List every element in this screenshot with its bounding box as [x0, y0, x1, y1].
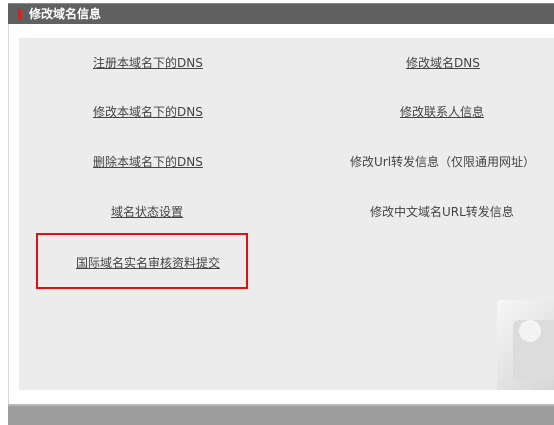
decorative-graphic: [497, 300, 554, 390]
modify-domain-dns-link[interactable]: 修改域名DNS: [406, 54, 480, 71]
modify-url-forward-link[interactable]: 修改Url转发信息（仅限通用网址）: [350, 153, 535, 170]
modify-contact-link[interactable]: 修改联系人信息: [400, 103, 484, 120]
options-panel: 注册本域名下的DNS 修改域名DNS 修改本域名下的DNS 修改联系人信息 删除…: [19, 38, 554, 390]
header-accent-bar: [18, 9, 21, 20]
content-frame: 注册本域名下的DNS 修改域名DNS 修改本域名下的DNS 修改联系人信息 删除…: [8, 24, 554, 404]
domain-status-link[interactable]: 域名状态设置: [111, 203, 183, 220]
section-header: 修改域名信息: [8, 3, 554, 25]
highlight-box: [36, 233, 248, 289]
register-dns-link[interactable]: 注册本域名下的DNS: [93, 54, 203, 71]
decorative-graphic-circle: [519, 320, 541, 342]
delete-local-dns-link[interactable]: 删除本域名下的DNS: [93, 153, 203, 170]
section-title: 修改域名信息: [29, 7, 102, 21]
modify-cn-url-forward-link[interactable]: 修改中文域名URL转发信息: [370, 203, 514, 220]
modify-local-dns-link[interactable]: 修改本域名下的DNS: [93, 103, 203, 120]
footer-bar: [8, 404, 554, 425]
